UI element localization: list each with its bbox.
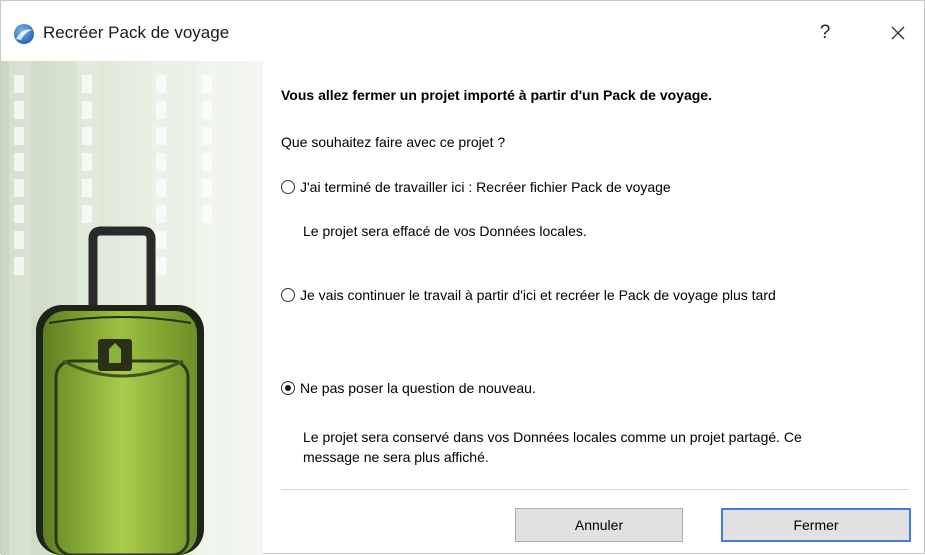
option-dont-ask-again-label: Ne pas poser la question de nouveau. bbox=[300, 380, 536, 396]
suitcase-illustration bbox=[1, 61, 263, 555]
close-dialog-button[interactable]: Fermer bbox=[721, 508, 911, 542]
close-button[interactable] bbox=[881, 17, 915, 49]
option-recreate-now-label: J'ai terminé de travailler ici : Recréer… bbox=[300, 179, 671, 195]
description-line-1: Le projet sera conservé dans vos Données… bbox=[303, 429, 802, 445]
description-line-2: message ne sera plus affiché. bbox=[303, 449, 489, 465]
close-icon bbox=[891, 26, 905, 40]
radio-recreate-now[interactable] bbox=[281, 180, 295, 194]
help-button[interactable]: ? bbox=[809, 17, 841, 49]
option-dont-ask-again-description: Le projet sera conservé dans vos Données… bbox=[303, 427, 802, 467]
title-bar: Recréer Pack de voyage ? bbox=[1, 1, 924, 61]
option-recreate-now[interactable]: J'ai terminé de travailler ici : Recréer… bbox=[281, 179, 671, 195]
dialog-question: Que souhaitez faire avec ce projet ? bbox=[281, 134, 506, 150]
option-dont-ask-again[interactable]: Ne pas poser la question de nouveau. bbox=[281, 380, 536, 396]
window-title: Recréer Pack de voyage bbox=[43, 23, 230, 42]
radio-dont-ask-again[interactable] bbox=[281, 381, 295, 395]
radio-continue-later[interactable] bbox=[281, 288, 295, 302]
travel-pack-dialog: Recréer Pack de voyage ? Vous allez ferm… bbox=[0, 0, 925, 555]
dialog-heading: Vous allez fermer un projet importé à pa… bbox=[281, 87, 712, 103]
separator bbox=[281, 489, 909, 490]
archicad-logo-icon bbox=[14, 24, 34, 44]
option-continue-later-label: Je vais continuer le travail à partir d'… bbox=[300, 287, 776, 303]
dialog-content: Vous allez fermer un projet importé à pa… bbox=[263, 61, 925, 555]
option-continue-later[interactable]: Je vais continuer le travail à partir d'… bbox=[281, 287, 776, 303]
cancel-button[interactable]: Annuler bbox=[515, 508, 683, 542]
option-recreate-now-description: Le projet sera effacé de vos Données loc… bbox=[303, 223, 587, 239]
